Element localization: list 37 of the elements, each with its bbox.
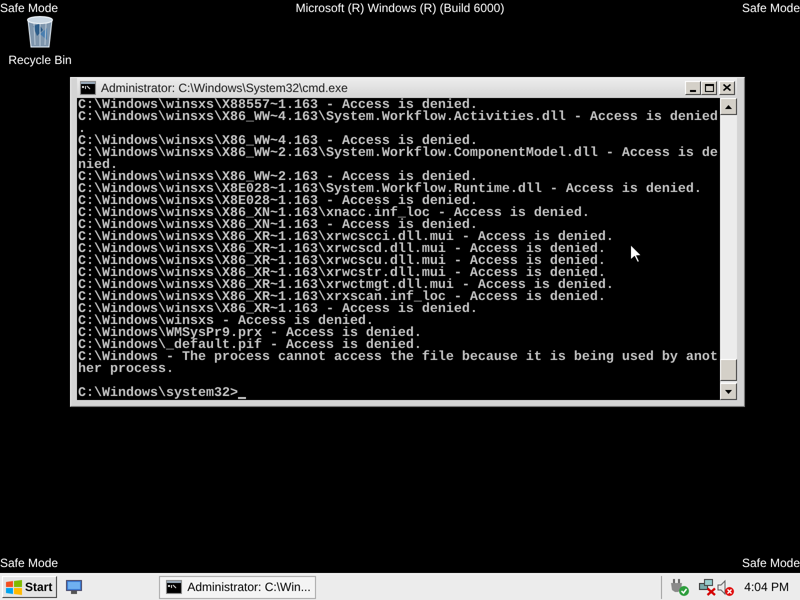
arrow-down-icon [725, 390, 732, 394]
scroll-down-button[interactable] [720, 383, 737, 400]
speaker-muted-icon[interactable] [717, 578, 734, 596]
maximize-button[interactable] [701, 80, 717, 94]
close-icon [723, 84, 731, 91]
scroll-thumb[interactable] [720, 359, 737, 381]
arrow-up-icon [725, 104, 732, 108]
taskbar-button[interactable]: Administrator: C:\Win... [159, 576, 316, 598]
safe-mode-label: Safe Mode [0, 556, 58, 571]
console-line: C:\Windows\winsxs\X86_WW~2.163\System.Workflow.ComponentModel.dll - Access is de [78, 148, 718, 160]
terminal-icon [80, 80, 96, 94]
close-button[interactable] [719, 80, 735, 94]
console-line: C:\Windows\winsxs\X86_WW~4.163\System.Workflow.Activities.dll - Access is denied [78, 112, 718, 124]
minimize-icon [690, 90, 696, 92]
safe-mode-label: Safe Mode [0, 1, 58, 16]
console-line: her process. [78, 364, 174, 376]
terminal-icon [166, 580, 182, 594]
maximize-icon [704, 84, 714, 92]
power-plug-icon[interactable] [671, 578, 690, 596]
clock[interactable]: 4:04 PM [744, 580, 789, 594]
console-line: C:\Windows\winsxs\X8E028~1.163\System.Workflow.Runtime.dll - Access is denied. [78, 184, 702, 196]
scroll-up-button[interactable] [720, 98, 737, 115]
desktop-icon-label[interactable]: Recycle Bin [8, 53, 72, 67]
windows-flag-icon [6, 580, 22, 594]
console-line: . [78, 124, 86, 136]
text-cursor-icon [238, 397, 246, 399]
start-button[interactable]: Start [2, 576, 58, 598]
recycle-bin-icon[interactable] [25, 14, 55, 48]
monitor-icon[interactable] [66, 580, 82, 594]
command-prompt: C:\Windows\system32> [78, 388, 238, 400]
safe-mode-label: Safe Mode [742, 1, 800, 16]
minimize-button[interactable] [685, 80, 701, 94]
safe-mode-label: Safe Mode [742, 556, 800, 571]
windows-build-text: Microsoft (R) Windows (R) (Build 6000) [296, 1, 504, 16]
mouse-pointer-icon [630, 244, 642, 263]
network-disconnected-icon[interactable] [699, 578, 716, 596]
window-title: Administrator: C:\Windows\System32\cmd.exe [101, 80, 349, 94]
